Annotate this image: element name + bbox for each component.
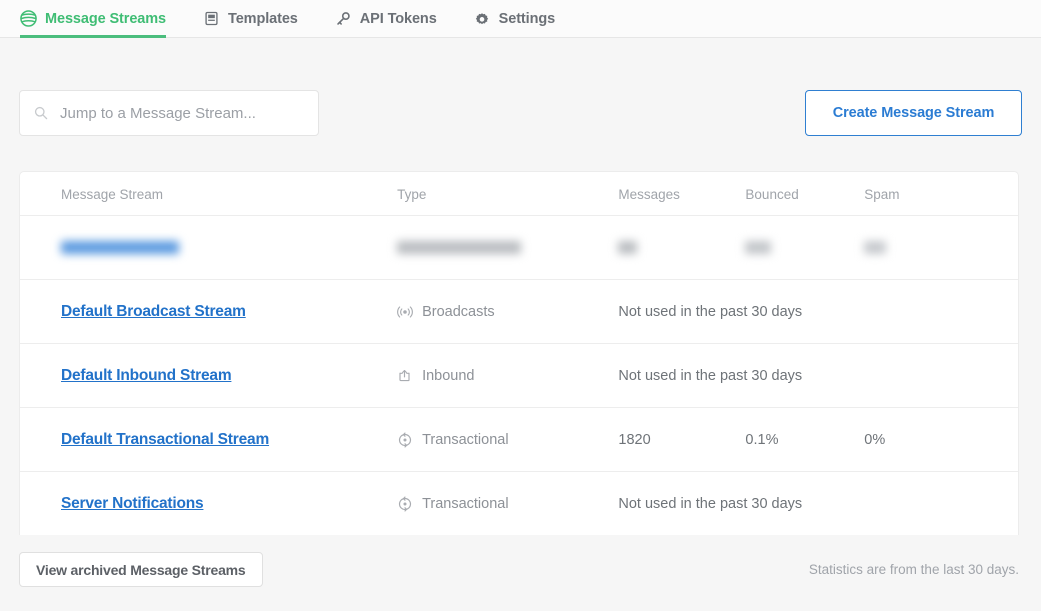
cell-message-stream[interactable] xyxy=(20,215,398,280)
message-streams-table: Message Stream Type Messages Bounced Spa… xyxy=(20,172,1018,535)
type-label: Inbound xyxy=(422,367,475,384)
table-row[interactable]: Default Inbound Stream Inbound Not used … xyxy=(20,343,1018,408)
cell-message-stream[interactable]: Default Broadcast Stream xyxy=(20,279,398,344)
templates-icon xyxy=(203,10,220,27)
cell-type: Transactional xyxy=(397,407,619,472)
statistics-note: Statistics are from the last 30 days. xyxy=(808,562,1019,577)
cell-messages xyxy=(618,215,746,280)
cell-messages-unused: Not used in the past 30 days xyxy=(618,495,803,512)
table-row[interactable]: Server Notifications Transactional Not u… xyxy=(20,472,1018,536)
stream-link[interactable]: Server Notifications xyxy=(61,495,204,512)
cell-type xyxy=(397,215,619,280)
column-header-bounced: Bounced xyxy=(745,172,865,216)
cell-type: Transactional xyxy=(397,472,618,536)
page-content: Create Message Stream Message Stream Typ… xyxy=(0,38,1041,587)
nav-label-templates: Templates xyxy=(228,10,298,27)
cell-bounced xyxy=(745,215,865,280)
cell-messages-unused: Not used in the past 30 days xyxy=(618,279,1018,344)
stream-link[interactable]: Default Inbound Stream xyxy=(61,367,232,384)
view-archived-message-streams-button[interactable]: View archived Message Streams xyxy=(19,552,263,587)
search-box[interactable] xyxy=(19,90,319,136)
table-row[interactable] xyxy=(20,215,1018,280)
stream-link[interactable]: Default Broadcast Stream xyxy=(61,303,246,320)
cell-type: Inbound xyxy=(397,343,619,408)
message-streams-table-card: Message Stream Type Messages Bounced Spa… xyxy=(19,171,1019,535)
search-input[interactable] xyxy=(58,103,304,123)
transactional-icon xyxy=(397,431,413,448)
cell-message-stream[interactable]: Default Inbound Stream xyxy=(20,343,398,408)
search-icon xyxy=(34,106,48,120)
type-label: Broadcasts xyxy=(422,303,495,320)
redacted-stream-link[interactable] xyxy=(61,241,397,254)
cell-spam: 0% xyxy=(864,407,1018,472)
table-footer: View archived Message Streams Statistics… xyxy=(19,535,1041,587)
nav-item-templates[interactable]: Templates xyxy=(203,0,311,37)
nav-item-message-streams[interactable]: Message Streams xyxy=(20,0,179,38)
inbound-icon xyxy=(397,368,413,384)
key-icon xyxy=(335,10,352,27)
nav-label-api-tokens: API Tokens xyxy=(359,10,437,27)
column-header-spam: Spam xyxy=(864,172,1018,216)
gear-icon xyxy=(474,10,491,27)
cell-spam xyxy=(864,215,1018,280)
cell-messages: 1820 xyxy=(618,407,746,472)
streams-icon xyxy=(20,10,37,27)
column-header-messages: Messages xyxy=(618,172,746,216)
cell-type: Broadcasts xyxy=(397,279,619,344)
table-row[interactable]: Default Transactional Stream Transaction… xyxy=(20,407,1018,472)
table-header-row: Message Stream Type Messages Bounced Spa… xyxy=(20,172,1018,216)
nav-item-api-tokens[interactable]: API Tokens xyxy=(335,0,450,37)
cell-message-stream[interactable]: Server Notifications xyxy=(20,472,397,536)
main-navigation: Message Streams Templates API Tokens Set… xyxy=(0,0,1041,38)
redacted-spam xyxy=(864,241,1018,254)
table-row[interactable]: Default Broadcast Stream Broadcasts Not … xyxy=(20,279,1018,344)
type-label: Transactional xyxy=(422,431,509,448)
redacted-messages xyxy=(618,241,745,254)
nav-label-settings: Settings xyxy=(498,10,556,27)
nav-label-message-streams: Message Streams xyxy=(45,10,167,27)
transactional-icon xyxy=(397,495,413,512)
cell-message-stream[interactable]: Default Transactional Stream xyxy=(20,407,398,472)
cell-messages-unused: Not used in the past 30 days xyxy=(618,343,1018,408)
toolbar: Create Message Stream xyxy=(19,38,1022,136)
column-header-message-stream: Message Stream xyxy=(20,172,398,216)
redacted-type xyxy=(397,241,618,254)
table-header: Message Stream Type Messages Bounced Spa… xyxy=(20,172,1018,216)
redacted-bounced xyxy=(745,241,864,254)
type-label: Transactional xyxy=(422,495,509,512)
table-body: Default Broadcast Stream Broadcasts Not … xyxy=(20,215,1018,536)
stream-link[interactable]: Default Transactional Stream xyxy=(61,431,269,448)
create-message-stream-button[interactable]: Create Message Stream xyxy=(805,90,1022,136)
column-header-type: Type xyxy=(397,172,619,216)
cell-bounced: 0.1% xyxy=(745,407,865,472)
broadcast-icon xyxy=(397,304,413,320)
nav-item-settings[interactable]: Settings xyxy=(474,0,568,37)
